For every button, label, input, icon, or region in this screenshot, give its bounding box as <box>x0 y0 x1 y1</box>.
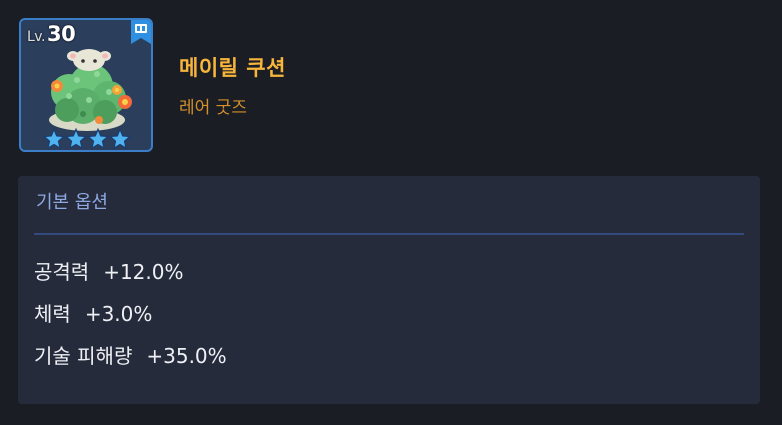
level-prefix: Lv. <box>27 29 45 45</box>
level-number: 30 <box>46 22 76 46</box>
stat-row-attack: 공격력 +12.0% <box>34 256 184 285</box>
item-grade: 레어 굿즈 <box>179 98 247 118</box>
item-level: Lv.30 <box>27 22 76 46</box>
item-icon-frame[interactable]: Lv.30 <box>19 18 153 152</box>
star-icon <box>65 128 87 150</box>
bookmark-icon[interactable] <box>129 18 153 46</box>
star-icon <box>87 128 109 150</box>
stat-label: 기술 피해량 <box>34 344 133 368</box>
star-rating <box>43 128 131 150</box>
stat-label: 체력 <box>34 302 71 326</box>
cushion-item-icon <box>49 49 132 131</box>
basic-options-title: 기본 옵션 <box>36 192 108 213</box>
item-name: 메이릴 쿠션 <box>179 56 286 80</box>
stat-label: 공격력 <box>34 260 90 284</box>
stat-row-hp: 체력 +3.0% <box>34 298 152 327</box>
stat-value: +35.0% <box>146 344 227 368</box>
stat-value: +12.0% <box>103 260 184 284</box>
star-icon <box>109 128 131 150</box>
item-tooltip-panel: Lv.30 메이릴 쿠션 레어 굿즈 기본 옵션 공격력 +12.0% 체력 +… <box>0 0 782 425</box>
stat-row-skill-damage: 기술 피해량 +35.0% <box>34 340 227 369</box>
basic-options-box: 기본 옵션 공격력 +12.0% 체력 +3.0% 기술 피해량 +35.0% <box>18 176 760 404</box>
star-icon <box>43 128 65 150</box>
options-divider <box>34 233 744 235</box>
stat-value: +3.0% <box>84 302 153 326</box>
